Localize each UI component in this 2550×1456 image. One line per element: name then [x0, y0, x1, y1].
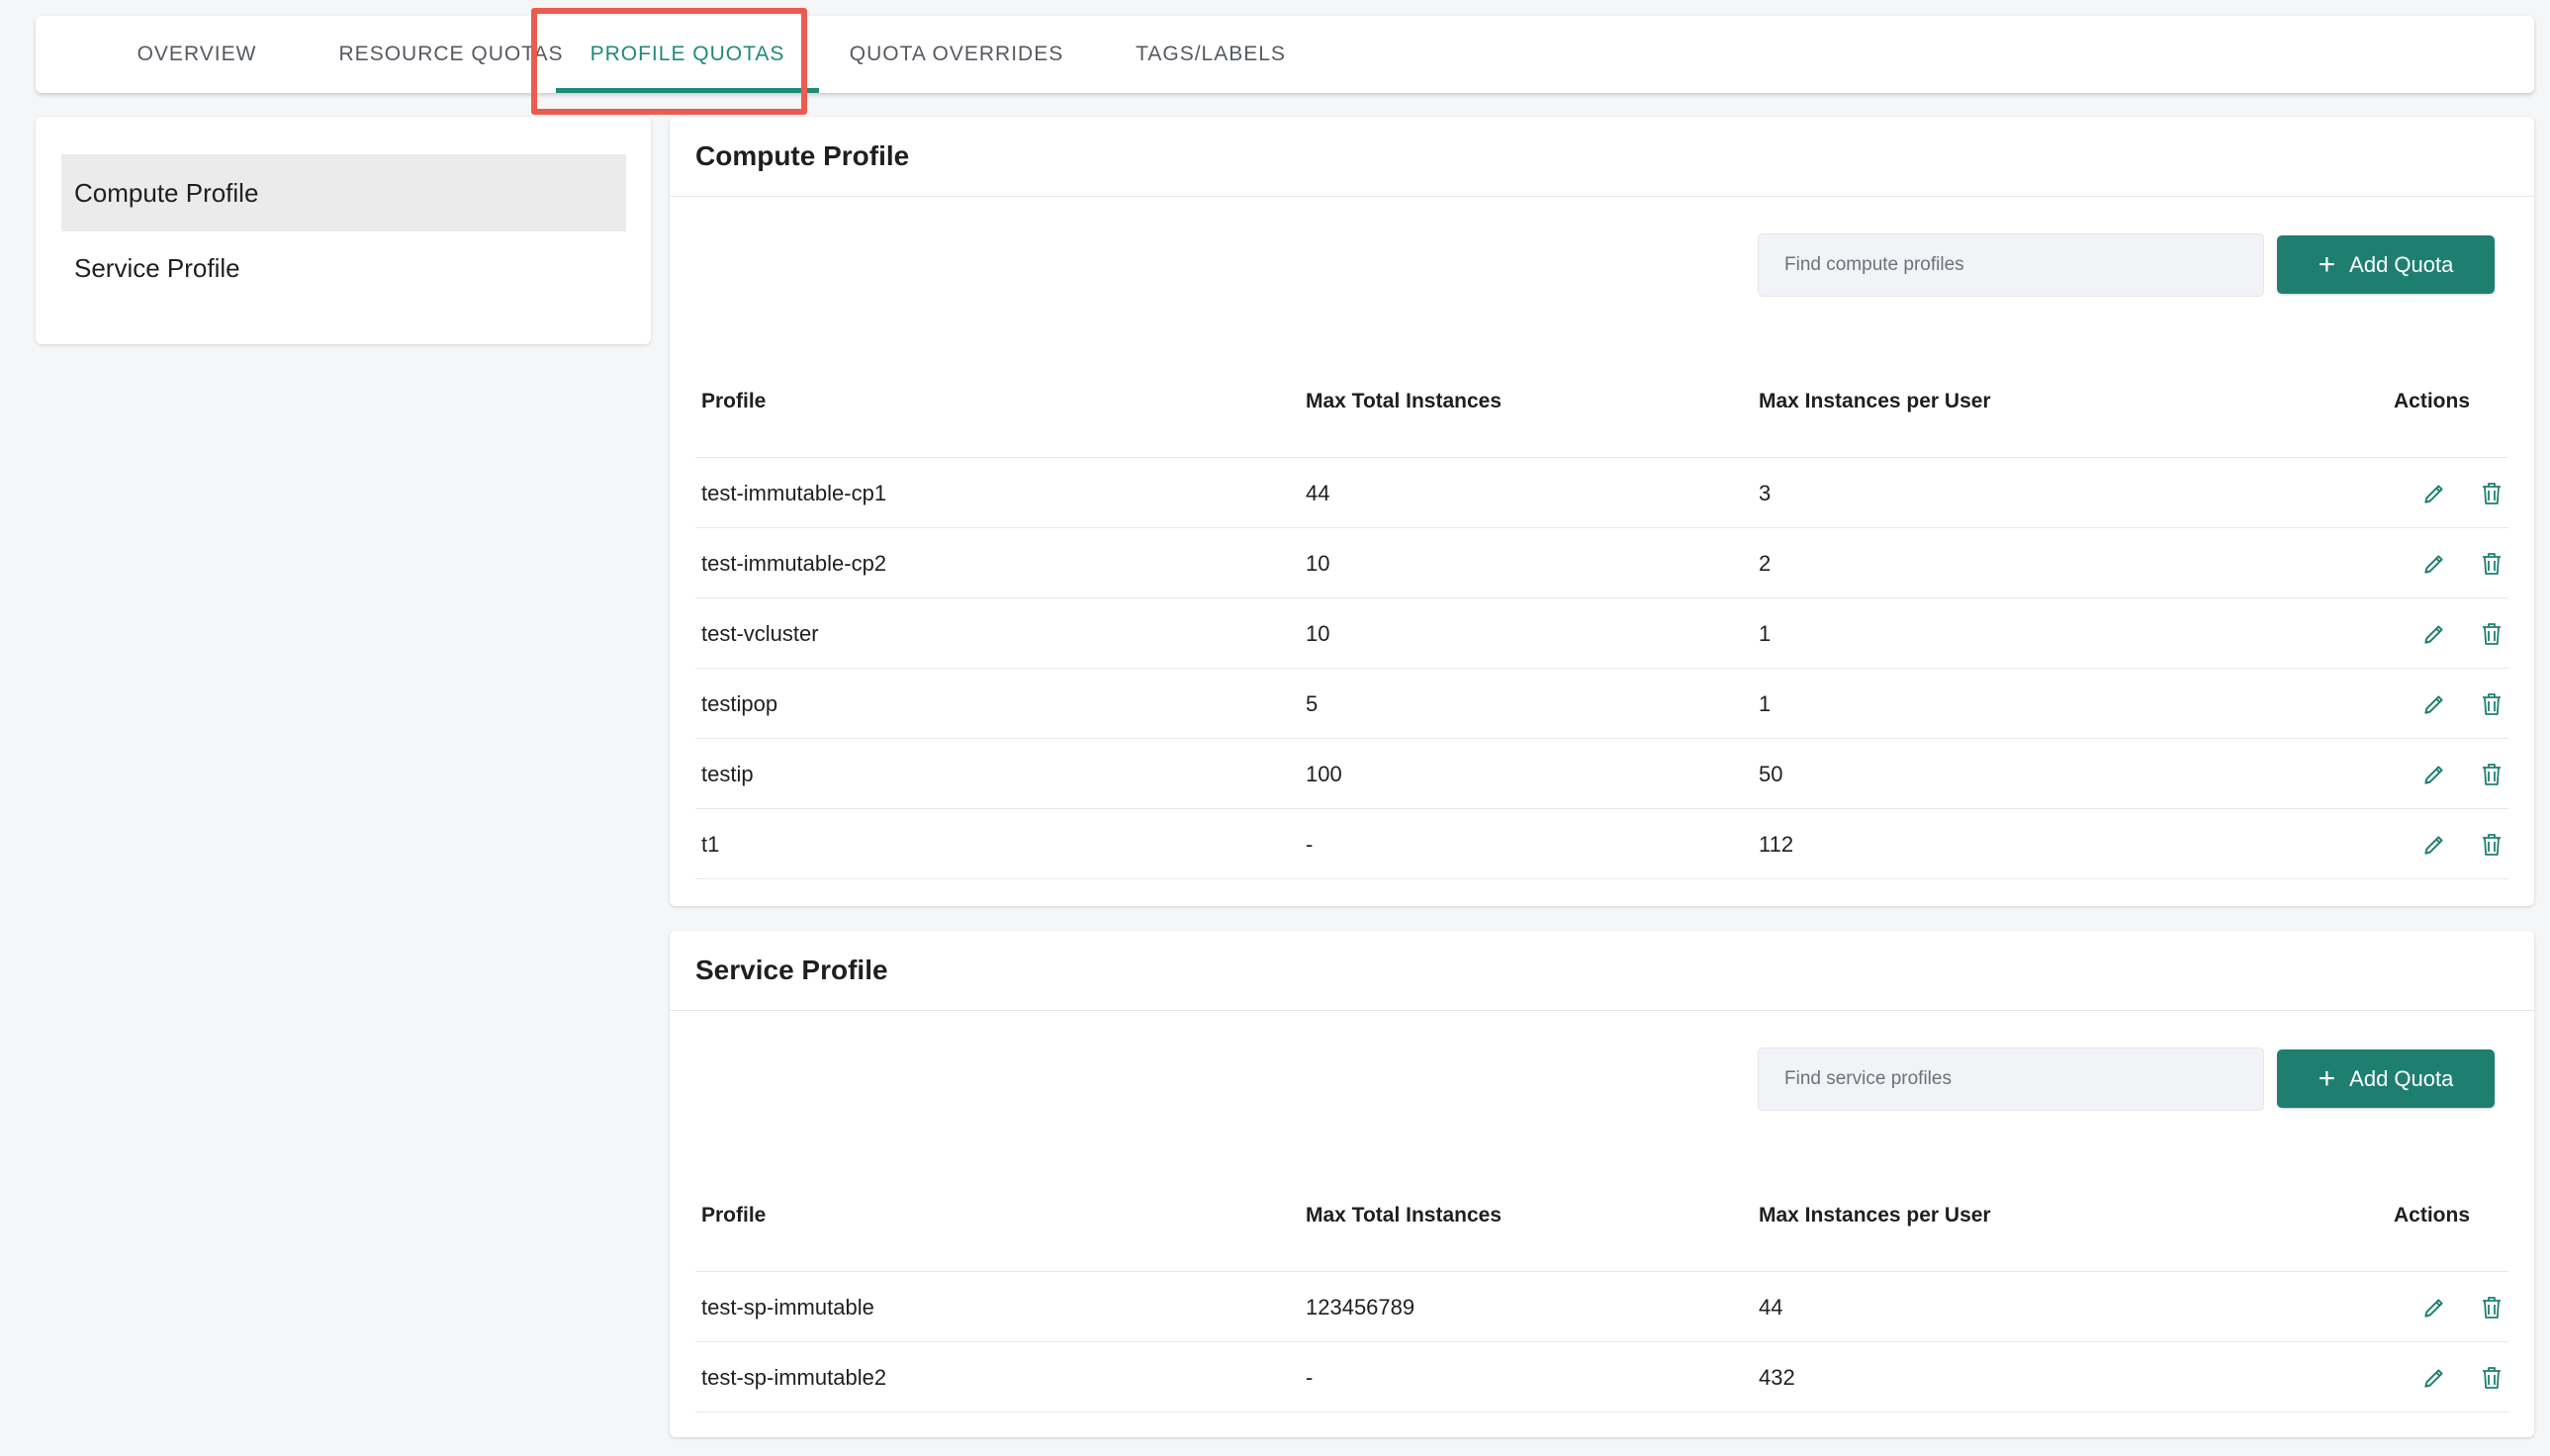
cell-profile: testipop: [701, 690, 778, 716]
tab-label: PROFILE QUOTAS: [590, 43, 785, 65]
edit-icon[interactable]: [2420, 550, 2448, 578]
table-bottom-border: [695, 878, 2508, 879]
col-header-actions: Actions: [2394, 1204, 2471, 1227]
trash-icon[interactable]: [2478, 1364, 2505, 1392]
cell-max-total: -: [1306, 1364, 1314, 1390]
cell-profile: t1: [701, 831, 720, 857]
add-service-quota-button[interactable]: + Add Quota: [2277, 1049, 2495, 1108]
table-row: test-vcluster 10 1: [695, 597, 2508, 668]
button-label: Add Quota: [2349, 251, 2454, 277]
col-header-actions: Actions: [2394, 390, 2471, 412]
col-header-max-total: Max Total Instances: [1306, 1204, 1503, 1227]
cell-max-total: 100: [1306, 761, 1342, 786]
tab-quota-overrides[interactable]: QUOTA OVERRIDES: [807, 16, 1106, 93]
table-row: test-immutable-cp1 44 3: [695, 457, 2508, 527]
table-row: test-sp-immutable2 - 432: [695, 1341, 2508, 1411]
add-compute-quota-button[interactable]: + Add Quota: [2277, 235, 2495, 294]
sidebar-item-compute-profile[interactable]: Compute Profile: [61, 154, 626, 231]
plus-icon: +: [2318, 1061, 2336, 1095]
card-title: Service Profile: [695, 955, 888, 985]
tab-label: OVERVIEW: [137, 43, 257, 65]
cell-profile: test-sp-immutable2: [701, 1364, 887, 1390]
cell-max-per-user: 50: [1759, 761, 1783, 786]
col-header-profile: Profile: [701, 1204, 767, 1227]
col-header-profile: Profile: [701, 390, 767, 412]
trash-icon[interactable]: [2478, 831, 2505, 859]
edit-icon[interactable]: [2420, 831, 2448, 859]
table-row: t1 - 112: [695, 808, 2508, 878]
cell-max-per-user: 112: [1759, 831, 1794, 857]
trash-icon[interactable]: [2478, 690, 2505, 718]
table-bottom-border: [695, 1411, 2508, 1412]
edit-icon[interactable]: [2420, 1294, 2448, 1321]
card-title: Compute Profile: [695, 140, 910, 171]
tab-overview[interactable]: OVERVIEW: [83, 16, 311, 93]
cell-max-per-user: 1: [1759, 620, 1772, 646]
tab-label: RESOURCE QUOTAS: [338, 43, 564, 65]
cell-max-per-user: 432: [1759, 1364, 1795, 1390]
compute-search-input[interactable]: [1758, 233, 2264, 297]
trash-icon[interactable]: [2478, 620, 2505, 648]
cell-max-total: 123456789: [1306, 1294, 1415, 1320]
cell-profile: test-vcluster: [701, 620, 819, 646]
cell-profile: testip: [701, 761, 754, 786]
cell-max-per-user: 3: [1759, 480, 1772, 505]
tab-label: TAGS/LABELS: [1136, 43, 1286, 65]
cell-max-per-user: 1: [1759, 690, 1772, 716]
trash-icon[interactable]: [2478, 761, 2505, 788]
edit-icon[interactable]: [2420, 761, 2448, 788]
table-row: testip 100 50: [695, 738, 2508, 808]
divider: [670, 1010, 2534, 1011]
trash-icon[interactable]: [2478, 480, 2505, 507]
cell-max-total: 5: [1306, 690, 1319, 716]
profile-sidebar: Compute Profile Service Profile: [36, 117, 651, 344]
tab-tags-labels[interactable]: TAGS/LABELS: [1094, 16, 1327, 93]
service-profile-card: Service Profile + Add Quota Profile Max …: [670, 931, 2534, 1437]
service-search-input[interactable]: [1758, 1047, 2264, 1111]
cell-max-total: 10: [1306, 620, 1330, 646]
cell-max-per-user: 44: [1759, 1294, 1783, 1320]
cell-profile: test-immutable-cp2: [701, 550, 887, 576]
button-label: Add Quota: [2349, 1065, 2454, 1091]
cell-max-total: 44: [1306, 480, 1330, 505]
compute-profile-card: Compute Profile + Add Quota Profile Max …: [670, 117, 2534, 906]
sidebar-item-service-profile[interactable]: Service Profile: [61, 229, 626, 307]
cell-profile: test-immutable-cp1: [701, 480, 887, 505]
active-tab-indicator: [556, 88, 819, 93]
cell-max-total: 10: [1306, 550, 1330, 576]
table-row: test-immutable-cp2 10 2: [695, 527, 2508, 597]
col-header-max-per-user: Max Instances per User: [1759, 390, 1991, 412]
cell-max-total: -: [1306, 831, 1314, 857]
divider: [670, 196, 2534, 197]
edit-icon[interactable]: [2420, 620, 2448, 648]
edit-icon[interactable]: [2420, 480, 2448, 507]
plus-icon: +: [2318, 247, 2336, 281]
col-header-max-per-user: Max Instances per User: [1759, 1204, 1991, 1227]
tab-label: QUOTA OVERRIDES: [849, 43, 1064, 65]
tab-profile-quotas[interactable]: PROFILE QUOTAS: [544, 16, 831, 93]
table-row: test-sp-immutable 123456789 44: [695, 1271, 2508, 1341]
sidebar-item-label: Compute Profile: [74, 177, 259, 208]
trash-icon[interactable]: [2478, 1294, 2505, 1321]
col-header-max-total: Max Total Instances: [1306, 390, 1503, 412]
cell-max-per-user: 2: [1759, 550, 1772, 576]
cell-profile: test-sp-immutable: [701, 1294, 874, 1320]
tab-bar: OVERVIEW RESOURCE QUOTAS PROFILE QUOTAS …: [36, 16, 2534, 93]
edit-icon[interactable]: [2420, 690, 2448, 718]
sidebar-item-label: Service Profile: [74, 252, 240, 283]
edit-icon[interactable]: [2420, 1364, 2448, 1392]
trash-icon[interactable]: [2478, 550, 2505, 578]
table-row: testipop 5 1: [695, 668, 2508, 738]
